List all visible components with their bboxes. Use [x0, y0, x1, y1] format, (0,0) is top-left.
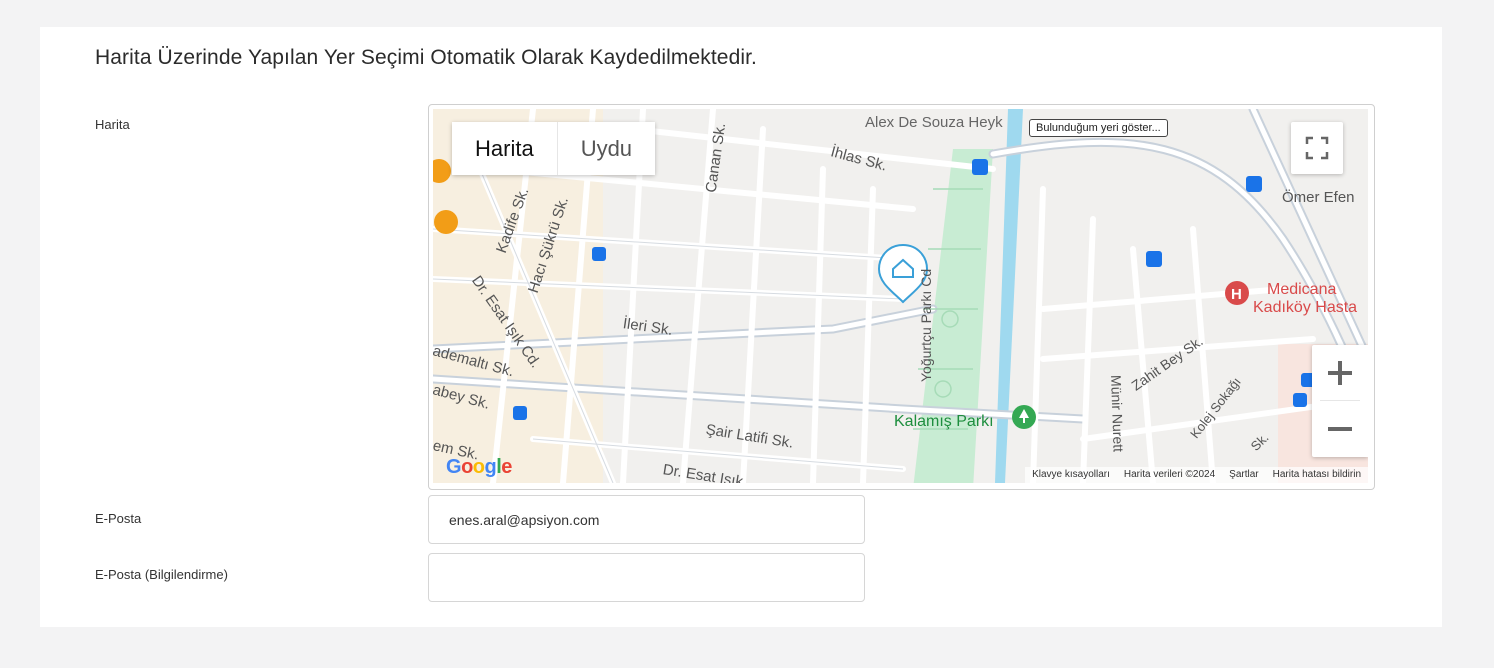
google-logo: Google [446, 456, 512, 478]
report-error-link[interactable]: Harita hatası bildirin [1266, 467, 1368, 483]
map-type-control: Harita Uydu [452, 122, 656, 175]
street-label: Münir Nurett [1108, 374, 1127, 453]
fullscreen-icon [1305, 136, 1329, 160]
map-data-text: Harita verileri ©2024 [1123, 469, 1216, 480]
street-label: Alex De Souza Heyk [865, 114, 1003, 131]
street-label: Ömer Efen [1282, 189, 1355, 206]
email-label: E-Posta [95, 511, 142, 526]
zoom-out-button[interactable] [1312, 401, 1368, 456]
map-label: Harita [95, 117, 130, 132]
email-info-label: E-Posta (Bilgilendirme) [95, 567, 228, 582]
plus-icon [1328, 361, 1352, 385]
street-label: Yoğurtçu Parkı Cd [918, 268, 934, 382]
zoom-control [1312, 345, 1368, 457]
terms-link[interactable]: Şartlar [1222, 467, 1265, 483]
fullscreen-button[interactable] [1291, 122, 1343, 174]
map-type-map-button[interactable]: Harita [452, 122, 557, 175]
park-pin-icon [1012, 405, 1036, 429]
hospital-label: Medicana Kadıköy Hasta [1253, 281, 1358, 316]
map-attribution: Klavye kısayolları Harita verileri ©2024… [1025, 467, 1368, 483]
form-card: Harita Üzerinde Yapılan Yer Seçimi Otoma… [40, 27, 1442, 627]
svg-text:H: H [1231, 286, 1242, 303]
map-frame: H Alex De Souza Heyk İhlas Sk. Canan Sk.… [428, 104, 1375, 490]
park-label: Kalamış Parkı [894, 413, 994, 430]
map-canvas[interactable]: H Alex De Souza Heyk İhlas Sk. Canan Sk.… [433, 109, 1368, 483]
map-type-satellite-button[interactable]: Uydu [557, 122, 656, 175]
email-field[interactable] [428, 495, 865, 544]
hospital-pin-icon: H [1225, 281, 1249, 305]
minus-icon [1328, 427, 1352, 431]
zoom-in-button[interactable] [1312, 345, 1368, 400]
email-info-field[interactable] [428, 553, 865, 602]
keyboard-shortcuts-link[interactable]: Klavye kısayolları [1025, 467, 1117, 483]
page-heading: Harita Üzerinde Yapılan Yer Seçimi Otoma… [95, 46, 757, 69]
my-location-tooltip: Bulunduğum yeri göster... [1029, 119, 1168, 137]
